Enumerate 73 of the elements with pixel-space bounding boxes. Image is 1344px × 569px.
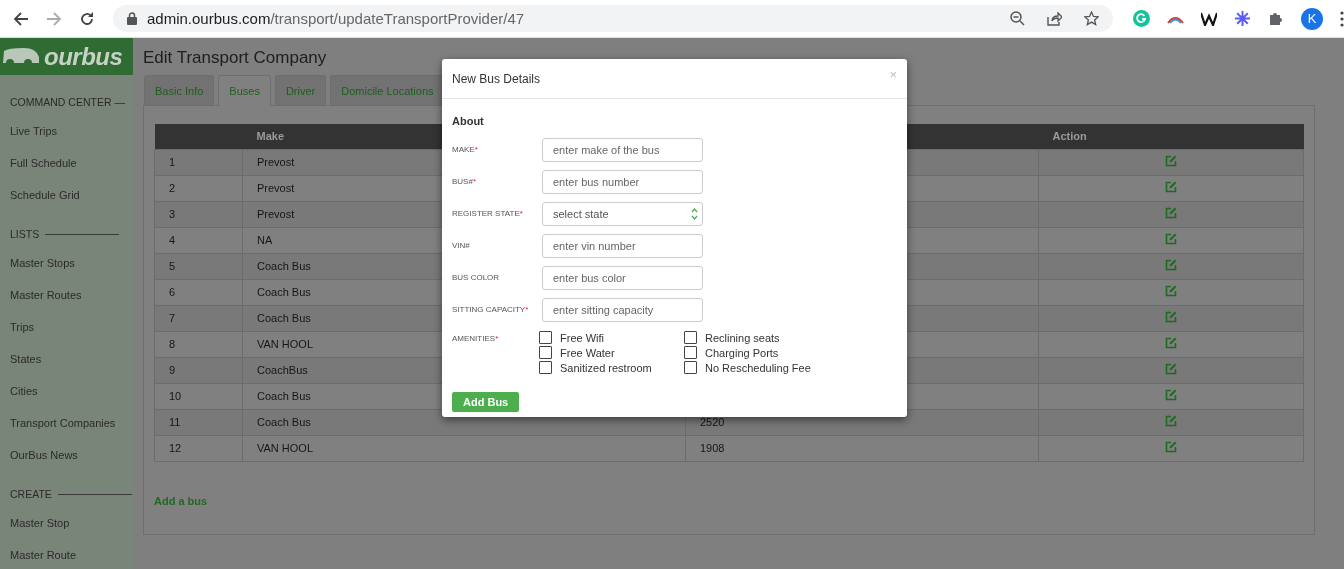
table-cell: 12 — [154, 435, 243, 461]
section-heading: CREATE — [10, 488, 52, 500]
column-header: Action — [1038, 124, 1304, 149]
field-label: VIN# — [452, 240, 471, 252]
page-title: Edit Transport Company — [143, 48, 327, 69]
profile-avatar[interactable]: K — [1301, 7, 1323, 30]
table-cell: 6 — [154, 279, 243, 305]
sidebar-item[interactable]: Schedule Grid — [0, 179, 133, 211]
logo-text: ourbus — [44, 42, 123, 71]
input-field[interactable]: enter bus number — [542, 170, 703, 194]
puzzle-icon[interactable] — [1268, 10, 1284, 27]
sidebar-item[interactable]: Live Trips — [0, 115, 133, 147]
sidebar-item[interactable]: Transport Companies — [0, 407, 133, 439]
table-cell: 10 — [154, 383, 243, 409]
checkbox[interactable]: Free Wifi — [539, 330, 684, 345]
checkbox[interactable]: No Rescheduling Fee — [684, 360, 829, 375]
sidebar-item[interactable]: Master Route — [0, 539, 133, 569]
sidebar-item[interactable]: Trips — [0, 311, 133, 343]
input-field[interactable]: enter make of the bus — [542, 138, 703, 162]
table-cell: 7 — [154, 305, 243, 331]
section-heading: COMMAND CENTER — — [10, 96, 125, 108]
table-cell: 4 — [154, 227, 243, 253]
table-cell: 9 — [154, 357, 243, 383]
menu-icon[interactable] — [1340, 10, 1344, 27]
add-bus-button[interactable]: Add Bus — [452, 392, 520, 412]
checkbox-box[interactable] — [539, 346, 552, 359]
w-letter-icon[interactable] — [1201, 11, 1217, 26]
sidebar-item[interactable]: OurBus News — [0, 439, 133, 471]
share-icon[interactable] — [1047, 11, 1062, 26]
field-label: BUS#* — [452, 176, 478, 188]
checkbox-box[interactable] — [684, 346, 697, 359]
lock-icon — [127, 12, 137, 25]
close-button[interactable]: × — [889, 67, 897, 82]
sidebar-item[interactable]: Master Stops — [0, 247, 133, 279]
reload-icon[interactable] — [79, 10, 95, 27]
input-field[interactable]: enter bus color — [542, 266, 703, 290]
checkbox-box[interactable] — [539, 331, 552, 344]
select-field[interactable]: select state — [542, 202, 703, 226]
table-cell: 2 — [154, 175, 243, 201]
back-icon[interactable] — [13, 10, 29, 27]
sidebar-item[interactable]: Cities — [0, 375, 133, 407]
logo[interactable]: ourbus — [0, 38, 133, 75]
sidebar-item[interactable]: States — [0, 343, 133, 375]
table-cell: 11 — [154, 409, 243, 435]
updown-icon — [691, 208, 698, 220]
field-label: AMENITIES* — [452, 333, 500, 345]
sparkle-icon[interactable] — [1234, 10, 1251, 27]
checkbox-box[interactable] — [539, 361, 552, 374]
checkbox[interactable]: Charging Ports — [684, 345, 829, 360]
sidebar-item[interactable]: Master Stop — [0, 507, 133, 539]
checkbox[interactable]: Reclining seats — [684, 330, 829, 345]
sidebar-item[interactable]: Master Routes — [0, 279, 133, 311]
table-cell: 1 — [154, 149, 243, 175]
checkbox[interactable]: Free Water — [539, 345, 684, 360]
modal-title: New Bus Details — [452, 71, 541, 86]
table-cell: VAN HOOL — [242, 435, 686, 461]
input-field[interactable]: enter vin number — [542, 234, 703, 258]
table-cell: 1908 — [685, 435, 1039, 461]
field-label: REGISTER STATE* — [452, 208, 524, 220]
table-cell: 8 — [154, 331, 243, 357]
table-cell: 5 — [154, 253, 243, 279]
address-bar[interactable]: admin.ourbus.com/transport/updateTransportProvider/47 — [113, 5, 1113, 32]
field-label: SITTING CAPACITY* — [452, 304, 530, 316]
checkbox[interactable]: Sanitized restroom — [539, 360, 684, 375]
table-cell: 3 — [154, 201, 243, 227]
input-field[interactable]: enter sitting capacity — [542, 298, 703, 322]
checkbox-box[interactable] — [684, 331, 697, 344]
zoom-out-icon[interactable] — [1010, 11, 1025, 26]
checkbox-box[interactable] — [684, 361, 697, 374]
section-heading: LISTS — [10, 228, 40, 240]
tab[interactable]: Buses — [218, 75, 271, 106]
star-icon[interactable] — [1084, 11, 1099, 26]
sidebar-item[interactable]: Full Schedule — [0, 147, 133, 179]
